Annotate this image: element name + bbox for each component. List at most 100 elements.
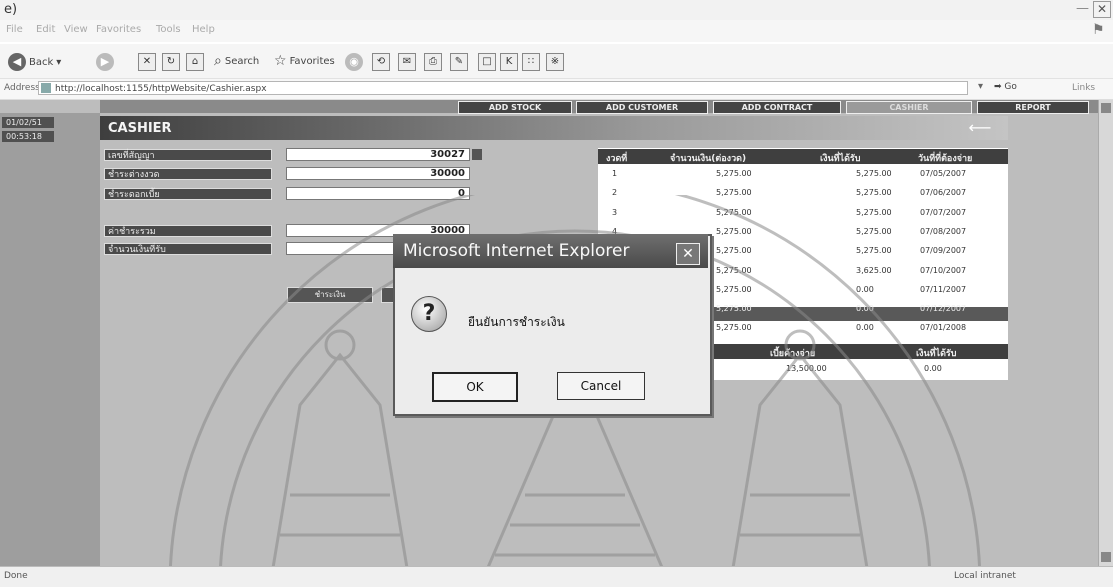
window-titlebar: e) — ✕ xyxy=(0,0,1113,20)
vertical-scrollbar[interactable] xyxy=(1098,100,1113,566)
contract-lookup-icon[interactable] xyxy=(472,149,482,160)
nav-cashier[interactable]: CASHIER xyxy=(846,101,972,114)
back-arrow-icon: ◀ xyxy=(8,53,26,71)
table-cell: 07/09/2007 xyxy=(920,246,967,256)
summary-header-outstanding: เบี้ยค้างจ่าย xyxy=(770,349,816,359)
table-cell: 07/10/2007 xyxy=(920,265,967,275)
dialog-title: Microsoft Internet Explorer xyxy=(403,241,630,261)
minimize-icon[interactable]: — xyxy=(1076,1,1089,16)
installment-input[interactable]: 30000 xyxy=(286,167,470,180)
scroll-up-icon[interactable] xyxy=(1101,103,1111,113)
table-cell: 07/06/2007 xyxy=(920,188,967,198)
address-url: http://localhost:1155/httpWebsite/Cashie… xyxy=(55,84,267,94)
total-label: ค่าชำระรวม xyxy=(104,225,272,237)
table-cell: 5,275.00 xyxy=(856,188,892,198)
research-icon[interactable]: ∷ xyxy=(522,53,540,71)
page-icon xyxy=(41,83,51,93)
table-cell: 5,275.00 xyxy=(716,169,752,178)
home-icon[interactable]: ⌂ xyxy=(186,53,204,71)
summary-received-value: 0.00 xyxy=(924,364,942,373)
menu-edit[interactable]: Edit xyxy=(36,24,55,35)
table-cell: 5,275.00 xyxy=(716,188,752,198)
menu-tools[interactable]: Tools xyxy=(156,24,181,35)
nav-add-customer[interactable]: ADD CUSTOMER xyxy=(576,101,708,114)
table-cell: 07/08/2007 xyxy=(920,226,967,236)
address-input[interactable]: http://localhost:1155/httpWebsite/Cashie… xyxy=(38,81,968,95)
table-cell: 5,275.00 xyxy=(716,207,752,217)
table-cell: 0.00 xyxy=(856,284,874,294)
table-cell: 07/11/2007 xyxy=(920,284,967,294)
print-icon[interactable]: ⎙ xyxy=(424,53,442,71)
sidebar xyxy=(0,113,100,566)
mail-icon[interactable]: ✉ xyxy=(398,53,416,71)
go-button[interactable]: ➡ Go xyxy=(994,82,1017,92)
col-header-received: เงินที่ได้รับ xyxy=(820,154,861,164)
table-cell: 07/12/2007 xyxy=(920,304,967,314)
table-cell: 5,275.00 xyxy=(856,226,892,236)
table-cell: 07/05/2007 xyxy=(920,169,967,178)
col-header-due-date: วันที่ที่ต้องจ่าย xyxy=(918,154,973,164)
table-cell: 5,275.00 xyxy=(856,246,892,256)
interest-label: ชำระดอกเบี้ย xyxy=(104,188,272,200)
edit-icon[interactable]: ✎ xyxy=(450,53,468,71)
dialog-message: ยืนยันการชำระเงิน xyxy=(468,315,565,329)
forward-button[interactable]: ▶ xyxy=(96,53,114,71)
browser-toolbar: ◀ Back ▾ ▶ ✕ ↻ ⌂ ⌕ Search ☆ Favorites ◉ … xyxy=(0,44,1113,79)
back-label: Back xyxy=(29,56,54,68)
table-cell: 07/07/2007 xyxy=(920,207,967,217)
window-close-icon[interactable]: ✕ xyxy=(1093,1,1111,18)
table-cell: 5,275.00 xyxy=(716,304,752,314)
pay-button[interactable]: ชำระเงิน xyxy=(287,287,373,303)
table-cell: 1 xyxy=(612,169,618,178)
menu-bar: File Edit View Favorites Tools Help ⚑ xyxy=(0,20,1113,42)
status-text: Done xyxy=(4,571,28,581)
menu-favorites[interactable]: Favorites xyxy=(96,24,141,35)
nav-add-stock[interactable]: ADD STOCK xyxy=(458,101,572,114)
page-title: CASHIER xyxy=(108,121,172,136)
interest-input[interactable]: 0 xyxy=(286,187,470,200)
status-bar: Done Local intranet xyxy=(0,566,1113,587)
ie-app-icon: e) xyxy=(4,2,18,17)
contract-no-input[interactable]: 30027 xyxy=(286,148,470,161)
summary-header-received: เงินที่ได้รับ xyxy=(916,349,957,359)
dialog-titlebar: Microsoft Internet Explorer xyxy=(393,234,708,268)
table-cell: 5,275.00 xyxy=(856,207,892,217)
table-cell: 5,275.00 xyxy=(716,284,752,294)
refresh-icon[interactable]: ↻ xyxy=(162,53,180,71)
back-arrow-icon[interactable]: ⟵ xyxy=(956,118,1004,138)
menu-file[interactable]: File xyxy=(6,24,23,35)
links-button[interactable]: Links xyxy=(1072,83,1095,93)
tools-extra-icon[interactable]: ※ xyxy=(546,53,564,71)
favorites-label: Favorites xyxy=(289,55,335,67)
table-cell: 5,275.00 xyxy=(716,226,752,236)
search-label: Search xyxy=(224,55,260,67)
question-icon: ? xyxy=(411,296,447,332)
table-cell: 5,275.00 xyxy=(716,265,752,275)
cashier-header: CASHIER xyxy=(100,116,1008,140)
search-icon: ⌕ xyxy=(214,53,222,69)
messenger-icon[interactable]: K xyxy=(500,53,518,71)
search-button[interactable]: ⌕ Search xyxy=(214,53,259,69)
favorites-button[interactable]: ☆ Favorites xyxy=(274,53,335,69)
nav-report[interactable]: REPORT xyxy=(977,101,1089,114)
history-icon[interactable]: ⟲ xyxy=(372,53,390,71)
cancel-button[interactable]: Cancel xyxy=(557,372,645,400)
table-cell: 5,275.00 xyxy=(856,169,892,178)
nav-add-contract[interactable]: ADD CONTRACT xyxy=(713,101,841,114)
ok-button[interactable]: OK xyxy=(432,372,518,402)
table-cell: 0.00 xyxy=(856,323,874,333)
table-cell: 07/01/2008 xyxy=(920,323,967,333)
summary-outstanding-value: 13,500.00 xyxy=(786,364,827,373)
back-button[interactable]: ◀ Back ▾ xyxy=(8,53,61,71)
menu-view[interactable]: View xyxy=(64,24,88,35)
table-cell: 5,275.00 xyxy=(716,323,752,333)
address-dropdown-icon[interactable]: ▾ xyxy=(978,81,983,92)
menu-help[interactable]: Help xyxy=(192,24,215,35)
discuss-icon[interactable]: □ xyxy=(478,53,496,71)
table-cell: 3,625.00 xyxy=(856,265,892,275)
media-icon[interactable]: ◉ xyxy=(345,53,363,71)
scroll-down-icon[interactable] xyxy=(1101,552,1111,562)
stop-icon[interactable]: ✕ xyxy=(138,53,156,71)
col-header-amount: จำนวนเงิน(ต่องวด) xyxy=(670,154,747,164)
dialog-close-icon[interactable]: ✕ xyxy=(676,243,700,265)
